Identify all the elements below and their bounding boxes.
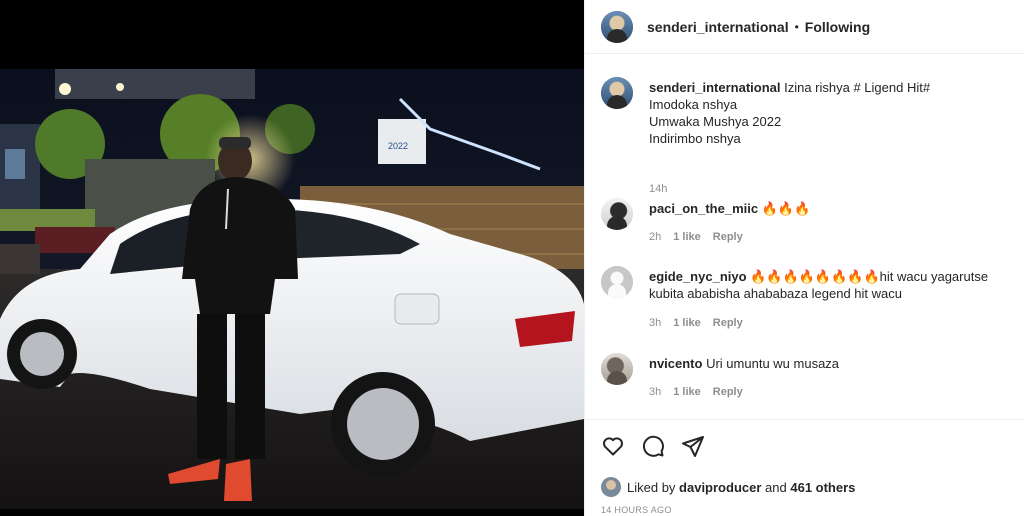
post-photo[interactable]: 2022	[0, 69, 584, 509]
comment-icon[interactable]	[641, 434, 665, 458]
caption-line: Imodoka nshya	[649, 97, 738, 112]
likes-others[interactable]: 461 others	[790, 480, 855, 495]
comment-age[interactable]: 2h	[649, 231, 661, 243]
liker-username[interactable]: daviproducer	[679, 480, 761, 495]
header-separator: •	[794, 19, 799, 34]
sign-text: 2022	[388, 141, 408, 151]
caption-line: Izina rishya # Ligend Hit#	[784, 80, 931, 95]
reply-button[interactable]: Reply	[713, 386, 743, 398]
comments-section[interactable]: senderi_international Izina rishya # Lig…	[585, 55, 1024, 418]
comment-username[interactable]: paci_on_the_miic	[649, 201, 758, 216]
comment-body: egide_nyc_niyo 🔥🔥🔥🔥🔥🔥🔥🔥hit wacu yagaruts…	[649, 268, 1019, 302]
caption-line: Indirimbo nshya	[649, 131, 741, 146]
caption-age[interactable]: 14h	[649, 183, 667, 195]
reply-button[interactable]: Reply	[713, 231, 743, 243]
share-icon[interactable]	[681, 434, 705, 458]
liker-avatar[interactable]	[601, 477, 621, 497]
action-icons	[601, 434, 705, 458]
post-sidebar: senderi_international • Following sender…	[584, 0, 1024, 516]
comment-text: 🔥🔥🔥	[761, 201, 811, 216]
post-timestamp[interactable]: 14 HOURS AGO	[601, 505, 672, 515]
commenter-avatar[interactable]	[601, 198, 633, 230]
author-avatar[interactable]	[601, 10, 633, 43]
comment-item: paci_on_the_miic 🔥🔥🔥 2h 1 like Reply	[601, 198, 1009, 248]
post-actions: Liked by daviproducer and 461 others 14 …	[585, 419, 1024, 516]
comment-age[interactable]: 3h	[649, 317, 661, 329]
commenter-avatar[interactable]	[601, 266, 633, 298]
following-button[interactable]: Following	[805, 19, 870, 35]
caption-avatar[interactable]	[601, 77, 633, 109]
comment-meta: 3h 1 like Reply	[649, 386, 743, 398]
likes-and: and	[765, 479, 787, 495]
caption-body: senderi_international Izina rishya # Lig…	[649, 79, 1019, 147]
comment-likes[interactable]: 1 like	[673, 231, 701, 243]
comment-meta: 3h 1 like Reply	[649, 317, 743, 329]
comment-body: paci_on_the_miic 🔥🔥🔥	[649, 200, 1019, 217]
post-header: senderi_international • Following	[585, 0, 1024, 54]
comment-likes[interactable]: 1 like	[673, 317, 701, 329]
heart-icon[interactable]	[601, 434, 625, 458]
author-username[interactable]: senderi_international	[647, 19, 789, 35]
reply-button[interactable]: Reply	[713, 317, 743, 329]
comment-meta: 2h 1 like Reply	[649, 231, 743, 243]
comment-item: nvicento Uri umuntu wu musaza 3h 1 like …	[601, 353, 1009, 403]
comment-item: egide_nyc_niyo 🔥🔥🔥🔥🔥🔥🔥🔥hit wacu yagaruts…	[601, 266, 1009, 336]
comment-body: nvicento Uri umuntu wu musaza	[649, 355, 1019, 372]
comment-username[interactable]: egide_nyc_niyo	[649, 269, 747, 284]
likes-summary: Liked by daviproducer and 461 others	[601, 477, 855, 497]
caption: senderi_international Izina rishya # Lig…	[601, 77, 1009, 195]
comment-text: Uri umuntu wu musaza	[706, 356, 840, 371]
post-media: 2022	[0, 0, 584, 516]
likes-prefix: Liked by	[627, 479, 676, 495]
caption-username[interactable]: senderi_international	[649, 80, 780, 95]
commenter-avatar[interactable]	[601, 353, 633, 385]
comment-likes[interactable]: 1 like	[673, 386, 701, 398]
caption-line: Umwaka Mushya 2022	[649, 114, 782, 129]
caption-meta: 14h	[649, 183, 667, 195]
comment-age[interactable]: 3h	[649, 386, 661, 398]
comment-username[interactable]: nvicento	[649, 356, 702, 371]
